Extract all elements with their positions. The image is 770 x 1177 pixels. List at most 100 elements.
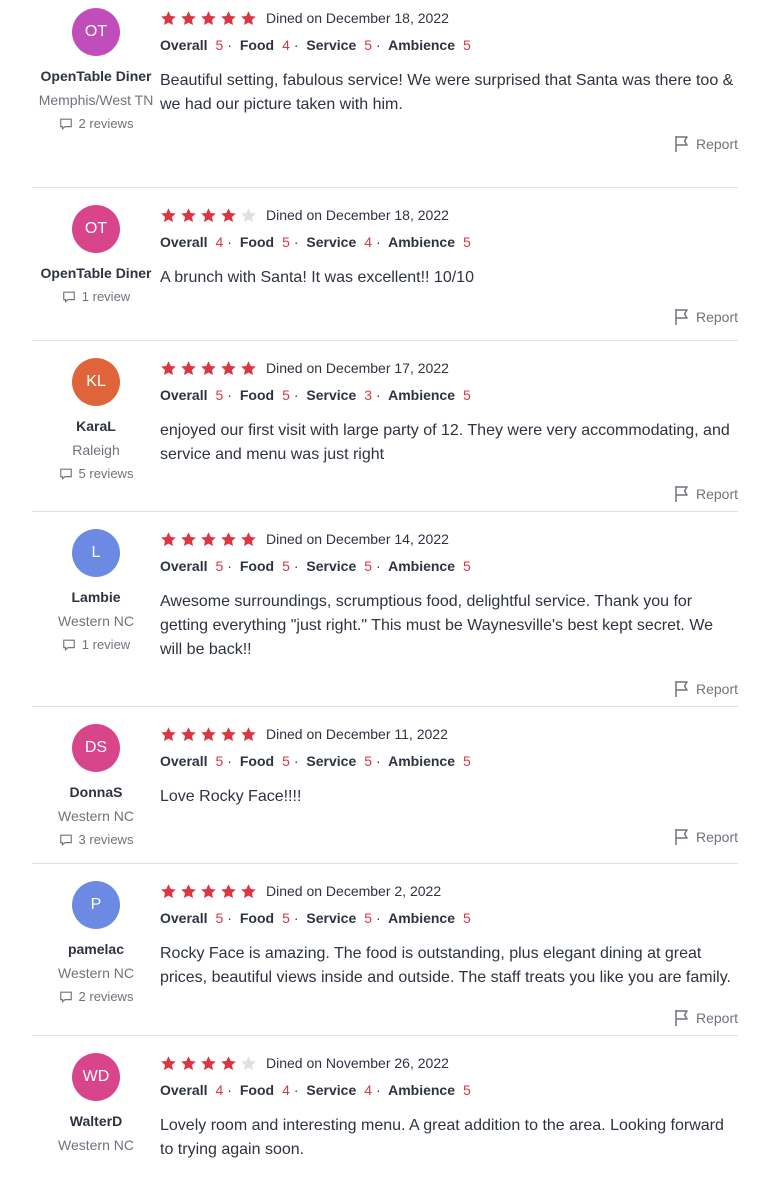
review-body: Dined on December 14, 2022 Overall 5 · Foo…	[160, 529, 738, 662]
reviewer-info: KL KaraL Raleigh 5 reviews	[32, 358, 160, 484]
avatar[interactable]: P	[72, 881, 120, 929]
review-card: L Lambie Western NC 1 review Dined on De…	[32, 513, 738, 707]
reviewer-location: Western NC	[58, 613, 134, 629]
report-button[interactable]: Report	[674, 485, 738, 503]
star-icon	[221, 10, 236, 25]
report-label: Report	[695, 1010, 738, 1026]
food-value: 4	[282, 37, 290, 53]
avatar[interactable]: KL	[72, 358, 120, 406]
reviewer-name[interactable]: pamelac	[32, 939, 160, 959]
avatar[interactable]: DS	[72, 724, 120, 772]
ambience-label: Ambience	[388, 558, 456, 574]
reviewer-info: DS DonnaS Western NC 3 reviews	[32, 724, 160, 850]
reviewer-info: P pamelac Western NC 2 reviews	[32, 881, 160, 1007]
comment-icon	[59, 991, 72, 1004]
star-icon	[221, 1055, 236, 1070]
avatar[interactable]: WD	[72, 1053, 120, 1101]
food-label: Food	[239, 234, 275, 250]
star-icon	[241, 207, 256, 222]
report-button[interactable]: Report	[674, 308, 738, 326]
reviewer-info: WD WalterD Western NC	[32, 1053, 160, 1155]
report-button[interactable]: Report	[674, 1009, 738, 1027]
review-body: Dined on December 18, 2022 Overall 5 · Foo…	[160, 8, 738, 117]
reviewer-name[interactable]: OpenTable Diner	[32, 263, 160, 283]
star-icon	[241, 726, 256, 741]
service-label: Service	[306, 558, 357, 574]
star-icon	[201, 10, 216, 25]
dined-date: Dined on December 2, 2022	[266, 883, 442, 899]
service-value: 4	[364, 1082, 373, 1098]
ambience-value: 5	[463, 558, 471, 574]
ambience-label: Ambience	[388, 1082, 456, 1098]
category-ratings: Overall 4 · Food 4 · Service 4 · Ambience 5	[160, 1082, 471, 1098]
star-icon	[181, 10, 196, 25]
star-icon	[161, 531, 176, 546]
report-button[interactable]: Report	[674, 680, 738, 698]
comment-icon	[62, 291, 75, 304]
review-body: Dined on December 18, 2022 Overall 4 · Foo…	[160, 205, 738, 290]
comment-icon	[62, 639, 75, 652]
review-count: 2 reviews	[32, 987, 160, 1007]
comment-icon	[59, 118, 72, 131]
star-icon	[201, 1055, 216, 1070]
star-icon	[181, 531, 196, 546]
report-button[interactable]: Report	[674, 135, 738, 153]
ambience-label: Ambience	[388, 753, 456, 769]
overall-value: 5	[215, 753, 224, 769]
ambience-label: Ambience	[388, 910, 456, 926]
star-icon	[201, 531, 216, 546]
dined-date: Dined on December 18, 2022	[266, 207, 449, 223]
review-count-label: 5 reviews	[78, 466, 134, 481]
overall-value: 4	[215, 1082, 224, 1098]
reviewer-location: Western NC	[58, 808, 134, 824]
review-card: OT OpenTable Diner 1 review Dined on Dec…	[32, 189, 738, 341]
reviewer-name[interactable]: KaraL	[32, 416, 160, 436]
category-ratings: Overall 5 · Food 5 · Service 3 · Ambience 5	[160, 387, 471, 403]
overall-value: 4	[215, 234, 224, 250]
reviewer-name[interactable]: Lambie	[32, 587, 160, 607]
service-value: 5	[364, 910, 373, 926]
report-button[interactable]: Report	[674, 828, 738, 846]
overall-value: 5	[215, 37, 224, 53]
service-value: 4	[364, 234, 373, 250]
star-rating	[160, 207, 257, 224]
review-text: Rocky Face is amazing. The food is outst…	[160, 945, 731, 986]
star-rating	[160, 531, 257, 548]
review-count: 5 reviews	[32, 464, 160, 484]
reviewer-name[interactable]: WalterD	[32, 1111, 160, 1131]
overall-label: Overall	[160, 1082, 208, 1098]
service-value: 5	[364, 37, 373, 53]
star-icon	[161, 360, 176, 375]
reviewer-name[interactable]: DonnaS	[32, 782, 160, 802]
flag-icon	[675, 309, 688, 325]
star-icon	[181, 1055, 196, 1070]
overall-label: Overall	[160, 910, 208, 926]
review-text: enjoyed our first visit with large party…	[160, 422, 730, 463]
service-label: Service	[306, 37, 357, 53]
avatar[interactable]: L	[72, 529, 120, 577]
dined-date: Dined on December 17, 2022	[266, 360, 449, 376]
review-card: WD WalterD Western NC Dined on November …	[32, 1037, 738, 1177]
ambience-value: 5	[463, 37, 471, 53]
reviewer-location: Memphis/West TN	[38, 92, 154, 108]
avatar[interactable]: VIP OT	[72, 8, 120, 56]
reviewer-info: OT OpenTable Diner 1 review	[32, 205, 160, 307]
ambience-value: 5	[463, 387, 471, 403]
review-count: 2 reviews	[32, 114, 160, 134]
star-icon	[221, 883, 236, 898]
avatar[interactable]: OT	[72, 205, 120, 253]
star-rating	[160, 360, 257, 377]
food-value: 5	[282, 387, 290, 403]
avatar-initials: DS	[84, 739, 108, 756]
reviewer-location: Western NC	[58, 1137, 134, 1153]
overall-label: Overall	[160, 558, 208, 574]
star-icon	[241, 10, 256, 25]
overall-label: Overall	[160, 234, 208, 250]
star-icon	[201, 360, 216, 375]
reviewer-location: Western NC	[58, 965, 134, 981]
reviewer-name[interactable]: OpenTable Diner	[32, 66, 160, 86]
ambience-label: Ambience	[388, 37, 456, 53]
report-label: Report	[695, 309, 738, 325]
review-count-label: 2 reviews	[78, 116, 134, 131]
service-value: 5	[364, 753, 373, 769]
